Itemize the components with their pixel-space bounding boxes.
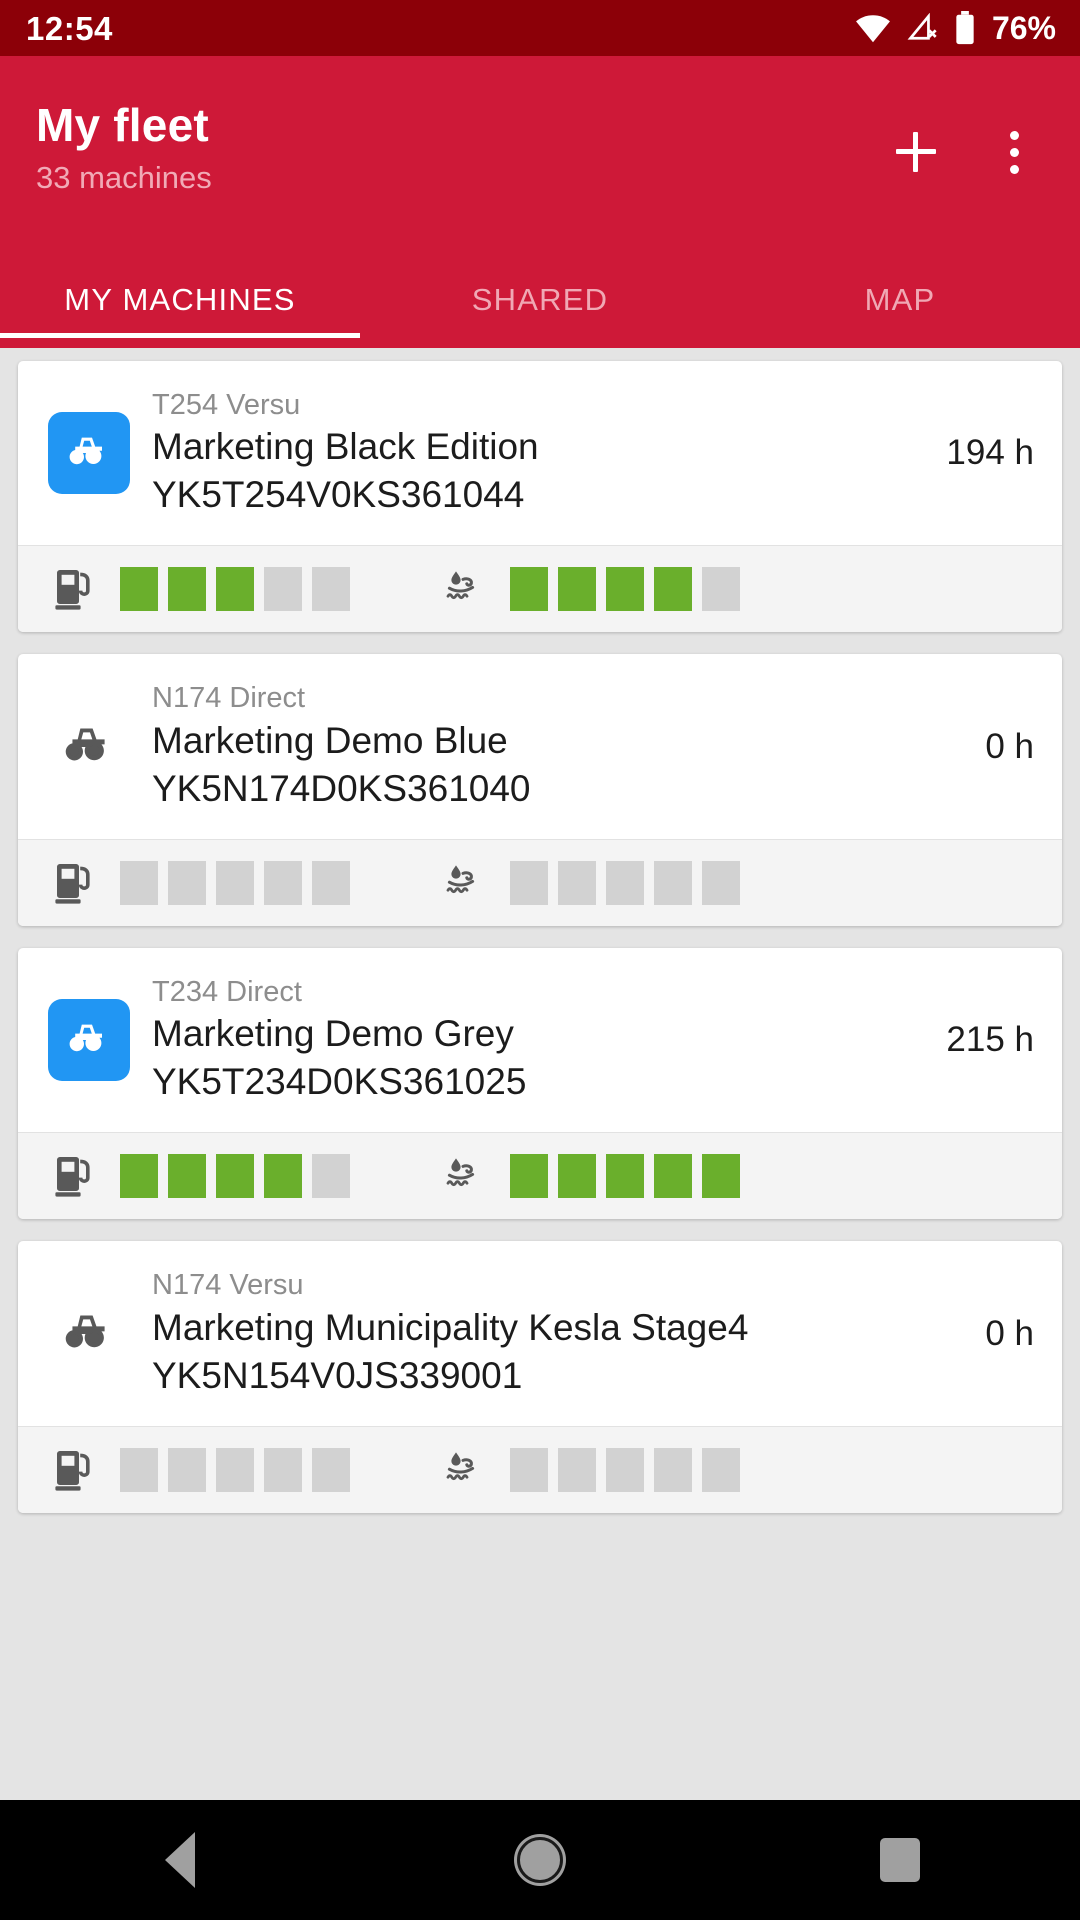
app-bar-titles: My fleet 33 machines (36, 99, 212, 195)
fuel-bars (120, 1447, 350, 1492)
machine-model: T254 Versu (152, 389, 301, 421)
app-screen: 12:54 76% My fleet 33 machines MY MACHIN… (0, 0, 1080, 1920)
fuel-bars (120, 1154, 350, 1199)
machine-name: Marketing Black Edition (152, 426, 539, 468)
machine-card[interactable]: N174 Versu Marketing Municipality Kesla … (18, 1241, 1062, 1513)
def-bars (510, 860, 740, 905)
back-triangle-icon (165, 1832, 195, 1888)
machine-vin: YK5N154V0JS339001 (152, 1354, 523, 1396)
page-subtitle: 33 machines (36, 159, 212, 195)
def-gauge (442, 1153, 740, 1199)
machine-list[interactable]: T254 Versu Marketing Black Edition YK5T2… (0, 348, 1080, 1800)
tab-my-machines[interactable]: MY MACHINES (0, 270, 360, 338)
tractor-icon (48, 706, 130, 788)
wifi-icon (854, 13, 892, 43)
def-bars (510, 567, 740, 612)
machine-name: Marketing Demo Blue (152, 719, 508, 761)
machine-card[interactable]: N174 Direct Marketing Demo Blue YK5N174D… (18, 654, 1062, 926)
machine-vin: YK5T234D0KS361025 (152, 1061, 527, 1103)
status-clock: 12:54 (26, 9, 113, 47)
machine-model: N174 Versu (152, 1269, 304, 1302)
machine-vin: YK5T254V0KS361044 (152, 474, 525, 516)
fuel-gauge (52, 1153, 350, 1199)
machine-model: T234 Direct (152, 975, 302, 1008)
overflow-menu-button[interactable] (978, 116, 1050, 188)
kebab-menu-icon (1009, 130, 1019, 174)
battery-percentage: 76% (991, 9, 1056, 46)
def-gauge (442, 1447, 740, 1493)
machine-model: N174 Direct (152, 682, 306, 715)
machine-hours: 194 h (946, 433, 1034, 473)
def-gauge (442, 860, 740, 906)
machine-name: Marketing Demo Grey (152, 1013, 514, 1055)
tab-bar: MY MACHINES SHARED MAP (0, 270, 1080, 338)
tab-map[interactable]: MAP (720, 270, 1080, 330)
machine-gauges (18, 838, 1062, 926)
add-machine-button[interactable] (880, 116, 952, 188)
machine-card[interactable]: T254 Versu Marketing Black Edition YK5T2… (18, 361, 1062, 633)
plus-icon (896, 132, 936, 172)
nav-recents-button[interactable] (840, 1800, 960, 1920)
tab-shared[interactable]: SHARED (360, 270, 720, 330)
battery-icon (954, 11, 976, 45)
machine-card-header[interactable]: T234 Direct Marketing Demo Grey YK5T234D… (18, 948, 1062, 1132)
def-exhaust-icon (442, 860, 488, 906)
machine-hours: 215 h (946, 1020, 1034, 1060)
def-gauge (442, 566, 740, 612)
fuel-gauge (52, 860, 350, 906)
machine-name: Marketing Municipality Kesla Stage4 (152, 1306, 749, 1348)
machine-hours: 0 h (985, 726, 1034, 766)
tractor-icon (48, 412, 130, 495)
fuel-gauge (52, 1447, 350, 1493)
fuel-pump-icon (52, 860, 98, 906)
machine-card-header[interactable]: T254 Versu Marketing Black Edition YK5T2… (18, 361, 1062, 545)
home-circle-icon (517, 1837, 563, 1883)
nav-back-button[interactable] (120, 1800, 240, 1920)
machine-card[interactable]: T234 Direct Marketing Demo Grey YK5T234D… (18, 947, 1062, 1220)
fuel-bars (120, 567, 350, 612)
fuel-gauge (52, 566, 350, 612)
machine-vin: YK5N174D0KS361040 (152, 767, 531, 809)
def-bars (510, 1154, 740, 1199)
def-exhaust-icon (442, 1447, 488, 1493)
recents-square-icon (880, 1838, 920, 1882)
machine-hours: 0 h (985, 1313, 1034, 1353)
machine-card-header[interactable]: N174 Versu Marketing Municipality Kesla … (18, 1241, 1062, 1425)
machine-gauges (18, 1132, 1062, 1220)
machine-gauges (18, 545, 1062, 633)
status-bar: 12:54 76% (0, 0, 1080, 56)
def-bars (510, 1447, 740, 1492)
def-exhaust-icon (442, 1153, 488, 1199)
def-exhaust-icon (442, 566, 488, 612)
machine-gauges (18, 1425, 1062, 1513)
system-navigation-bar (0, 1800, 1080, 1920)
app-bar: My fleet 33 machines (0, 56, 1080, 270)
tractor-icon (48, 1293, 130, 1375)
nav-home-button[interactable] (480, 1800, 600, 1920)
fuel-pump-icon (52, 1153, 98, 1199)
tractor-icon (48, 999, 130, 1082)
fuel-bars (120, 860, 350, 905)
cellular-off-icon (906, 13, 940, 43)
machine-card-header[interactable]: N174 Direct Marketing Demo Blue YK5N174D… (18, 654, 1062, 838)
fuel-pump-icon (52, 1447, 98, 1493)
fuel-pump-icon (52, 566, 98, 612)
page-title: My fleet (36, 99, 209, 151)
status-icons: 76% (854, 10, 1056, 47)
